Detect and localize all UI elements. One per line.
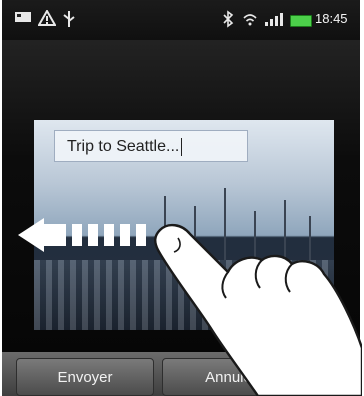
- signal-icon: [264, 10, 286, 28]
- wifi-icon: [242, 10, 258, 28]
- hand-gesture-icon: [154, 223, 362, 396]
- bluetooth-icon: [222, 10, 234, 28]
- swipe-left-arrow-icon: [18, 218, 168, 252]
- sd-card-icon: [14, 10, 32, 28]
- usb-icon: [62, 10, 76, 28]
- text-cursor: [181, 137, 183, 156]
- status-bar: 18:45: [2, 0, 360, 40]
- battery-icon: [290, 15, 312, 27]
- clock: 18:45: [315, 11, 348, 26]
- note-text-field[interactable]: Trip to Seattle...: [54, 130, 248, 162]
- warning-icon: [37, 8, 57, 28]
- send-button[interactable]: Envoyer: [16, 358, 154, 396]
- note-text: Trip to Seattle...: [67, 138, 180, 155]
